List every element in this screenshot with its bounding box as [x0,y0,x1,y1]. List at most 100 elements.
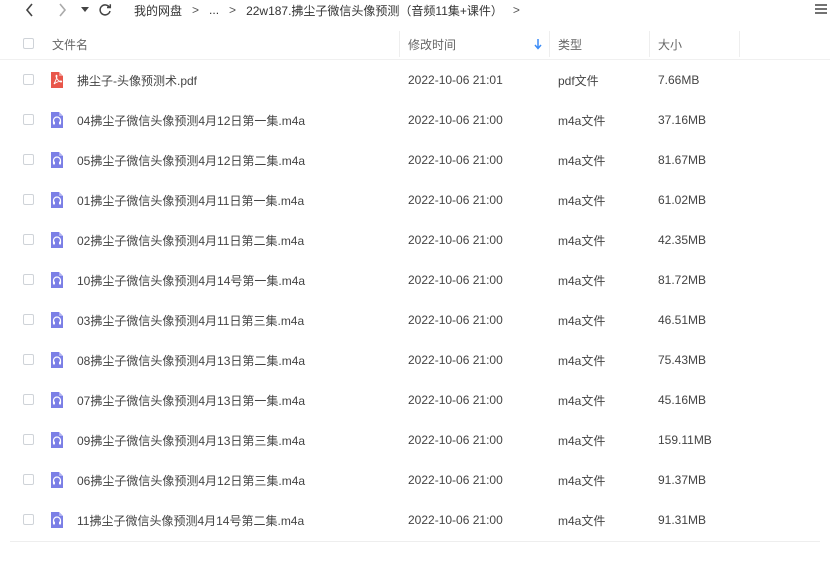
breadcrumb: 我的网盘 > ... > 22w187.拂尘子微信头像预测（音频11集+课件） … [134,2,530,18]
file-row[interactable]: 09拂尘子微信头像预测4月13日第三集.m4a 2022-10-06 21:00 m… [0,420,830,460]
breadcrumb-ellipsis[interactable]: ... [209,3,219,17]
file-modified: 2022-10-06 21:00 [408,433,503,447]
file-name[interactable]: 06拂尘子微信头像预测4月12日第三集.m4a [77,460,305,500]
select-all-checkbox[interactable] [23,38,34,49]
file-modified: 2022-10-06 21:00 [408,473,503,487]
file-type: m4a文件 [558,393,606,408]
file-type: m4a文件 [558,273,606,288]
column-divider[interactable] [649,31,650,57]
column-divider[interactable] [549,31,550,57]
sort-desc-icon[interactable] [533,38,543,50]
breadcrumb-separator: > [512,3,520,17]
file-name[interactable]: 02拂尘子微信头像预测4月11日第二集.m4a [77,220,304,260]
file-size: 61.02MB [658,193,707,207]
list-view-icon[interactable] [814,2,828,16]
file-modified: 2022-10-06 21:00 [408,353,503,367]
history-dropdown-icon[interactable] [78,1,92,19]
row-checkbox[interactable] [23,74,34,85]
file-type: m4a文件 [558,113,606,128]
file-type: m4a文件 [558,233,606,248]
file-name[interactable]: 03拂尘子微信头像预测4月11日第三集.m4a [77,300,304,340]
file-row[interactable]: 11拂尘子微信头像预测4月14号第二集.m4a 2022-10-06 21:00 m… [0,500,830,540]
file-size: 42.35MB [658,233,707,247]
row-checkbox[interactable] [23,434,34,445]
column-divider[interactable] [399,31,400,57]
file-row[interactable]: 04拂尘子微信头像预测4月12日第一集.m4a 2022-10-06 21:00 m… [0,100,830,140]
audio-icon [48,191,66,209]
file-name[interactable]: 11拂尘子微信头像预测4月14号第二集.m4a [77,500,304,540]
file-row[interactable]: 05拂尘子微信头像预测4月12日第二集.m4a 2022-10-06 21:00 m… [0,140,830,180]
row-checkbox[interactable] [23,274,34,285]
file-name[interactable]: 08拂尘子微信头像预测4月13日第二集.m4a [77,340,305,380]
row-checkbox[interactable] [23,474,34,485]
file-modified: 2022-10-06 21:01 [408,73,503,87]
row-checkbox[interactable] [23,514,34,525]
file-row[interactable]: 10拂尘子微信头像预测4月14号第一集.m4a 2022-10-06 21:00 m… [0,260,830,300]
file-name[interactable]: 04拂尘子微信头像预测4月12日第一集.m4a [77,100,305,140]
file-size: 91.37MB [658,473,707,487]
file-modified: 2022-10-06 21:00 [408,393,503,407]
file-modified: 2022-10-06 21:00 [408,193,503,207]
row-checkbox[interactable] [23,394,34,405]
forward-icon[interactable] [52,1,72,19]
file-modified: 2022-10-06 21:00 [408,153,503,167]
file-name[interactable]: 10拂尘子微信头像预测4月14号第一集.m4a [77,260,305,300]
audio-icon [48,351,66,369]
column-divider[interactable] [739,31,740,57]
breadcrumb-root[interactable]: 我的网盘 [134,2,182,19]
column-type[interactable]: 类型 [558,29,582,59]
row-checkbox[interactable] [23,114,34,125]
file-row[interactable]: 01拂尘子微信头像预测4月11日第一集.m4a 2022-10-06 21:00 m… [0,180,830,220]
file-row[interactable]: 06拂尘子微信头像预测4月12日第三集.m4a 2022-10-06 21:00 m… [0,460,830,500]
file-size: 45.16MB [658,393,707,407]
file-name[interactable]: 05拂尘子微信头像预测4月12日第二集.m4a [77,140,305,180]
file-size: 81.72MB [658,273,707,287]
file-type: m4a文件 [558,433,606,448]
breadcrumb-separator: > [229,3,237,17]
column-modified[interactable]: 修改时间 [408,29,456,59]
back-icon[interactable] [20,1,40,19]
row-checkbox[interactable] [23,154,34,165]
file-type: m4a文件 [558,513,606,528]
audio-icon [48,311,66,329]
file-size: 37.16MB [658,113,707,127]
audio-icon [48,231,66,249]
file-type: m4a文件 [558,353,606,368]
audio-icon [48,111,66,129]
file-row[interactable]: 03拂尘子微信头像预测4月11日第三集.m4a 2022-10-06 21:00 m… [0,300,830,340]
pdf-icon [48,71,66,89]
breadcrumb-current[interactable]: 22w187.拂尘子微信头像预测（音频11集+课件） [246,2,503,19]
column-size[interactable]: 大小 [658,29,682,59]
file-modified: 2022-10-06 21:00 [408,313,503,327]
audio-icon [48,511,66,529]
file-name[interactable]: 09拂尘子微信头像预测4月13日第三集.m4a [77,420,305,460]
file-size: 91.31MB [658,513,707,527]
file-row[interactable]: 07拂尘子微信头像预测4月13日第一集.m4a 2022-10-06 21:00 m… [0,380,830,420]
file-name[interactable]: 01拂尘子微信头像预测4月11日第一集.m4a [77,180,304,220]
file-type: m4a文件 [558,473,606,488]
row-checkbox[interactable] [23,234,34,245]
file-name[interactable]: 拂尘子-头像预测术.pdf [77,60,197,100]
breadcrumb-separator: > [192,3,200,17]
column-name[interactable]: 文件名 [52,29,88,59]
file-size: 7.66MB [658,73,700,87]
file-row[interactable]: 02拂尘子微信头像预测4月11日第二集.m4a 2022-10-06 21:00 m… [0,220,830,260]
file-type: m4a文件 [558,313,606,328]
row-checkbox[interactable] [23,194,34,205]
audio-icon [48,391,66,409]
refresh-icon[interactable] [96,1,114,19]
file-name[interactable]: 07拂尘子微信头像预测4月13日第一集.m4a [77,380,305,420]
file-row[interactable]: 拂尘子-头像预测术.pdf 2022-10-06 21:01 pdf文件 7.66MB [0,60,830,100]
file-row[interactable]: 08拂尘子微信头像预测4月13日第二集.m4a 2022-10-06 21:00 m… [0,340,830,380]
file-type: m4a文件 [558,153,606,168]
file-size: 75.43MB [658,353,707,367]
file-modified: 2022-10-06 21:00 [408,273,503,287]
file-size: 81.67MB [658,153,707,167]
row-checkbox[interactable] [23,354,34,365]
list-bottom-border [10,541,820,542]
file-modified: 2022-10-06 21:00 [408,113,503,127]
file-type: pdf文件 [558,73,599,88]
column-header: 文件名 修改时间 类型 大小 [0,29,830,60]
audio-icon [48,471,66,489]
row-checkbox[interactable] [23,314,34,325]
